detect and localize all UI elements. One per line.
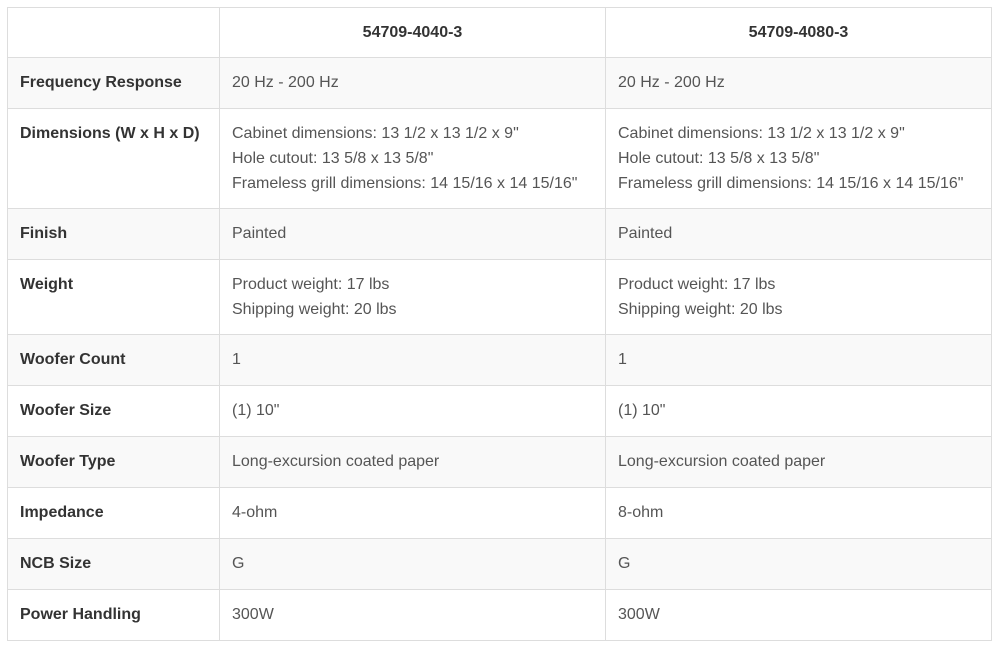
row-value-a: 4-ohm	[219, 487, 606, 539]
cell-line: Long-excursion coated paper	[232, 453, 440, 470]
row-value-a: 1	[219, 334, 606, 386]
row-value-a: Painted	[219, 208, 606, 260]
row-label: Finish	[7, 208, 220, 260]
table-row: Woofer Count 1 1	[7, 334, 992, 386]
cell-line: 20 Hz - 200 Hz	[618, 74, 725, 91]
cell-line: G	[232, 555, 245, 572]
row-label: Dimensions (W x H x D)	[7, 108, 220, 209]
row-value-a: 20 Hz - 200 Hz	[219, 57, 606, 109]
cell-line: Product weight: 17 lbs	[618, 276, 776, 293]
row-value-b: 8-ohm	[605, 487, 992, 539]
row-value-b: 20 Hz - 200 Hz	[605, 57, 992, 109]
row-label: Weight	[7, 259, 220, 335]
row-value-a: (1) 10"	[219, 385, 606, 437]
row-label: Woofer Count	[7, 334, 220, 386]
cell-line: Shipping weight: 20 lbs	[618, 301, 783, 318]
row-value-b: G	[605, 538, 992, 590]
row-value-b: Long-excursion coated paper	[605, 436, 992, 488]
table-row: Frequency Response 20 Hz - 200 Hz 20 Hz - …	[7, 57, 992, 109]
table-row: NCB Size G G	[7, 538, 992, 590]
table-row: Impedance 4-ohm 8-ohm	[7, 487, 992, 539]
spec-comparison-table: 54709-4040-3 54709-4080-3 Frequency Resp…	[7, 7, 992, 641]
cell-line: 8-ohm	[618, 504, 664, 521]
cell-line: Product weight: 17 lbs	[232, 276, 390, 293]
table-row: Finish Painted Painted	[7, 208, 992, 260]
row-value-a: Product weight: 17 lbs Shipping weight: 2…	[219, 259, 606, 335]
header-empty-cell	[7, 7, 220, 58]
table-row: Power Handling 300W 300W	[7, 589, 992, 641]
row-value-a: G	[219, 538, 606, 590]
table-row: Woofer Size (1) 10" (1) 10"	[7, 385, 992, 437]
row-label: NCB Size	[7, 538, 220, 590]
cell-line: 1	[232, 351, 241, 368]
cell-line: Painted	[232, 225, 287, 242]
cell-line: 300W	[232, 606, 274, 623]
row-value-a: Long-excursion coated paper	[219, 436, 606, 488]
row-value-a: 300W	[219, 589, 606, 641]
cell-line: 20 Hz - 200 Hz	[232, 74, 339, 91]
header-product-a: 54709-4040-3	[219, 7, 606, 58]
cell-line: (1) 10"	[232, 402, 280, 419]
row-label: Frequency Response	[7, 57, 220, 109]
header-product-b: 54709-4080-3	[605, 7, 992, 58]
table-body: Frequency Response 20 Hz - 200 Hz 20 Hz - …	[7, 57, 992, 641]
row-label: Woofer Size	[7, 385, 220, 437]
cell-line: 1	[618, 351, 627, 368]
cell-line: Cabinet dimensions: 13 1/2 x 13 1/2 x 9"	[618, 125, 905, 142]
cell-line: Cabinet dimensions: 13 1/2 x 13 1/2 x 9"	[232, 125, 519, 142]
row-value-b: 300W	[605, 589, 992, 641]
table-row: Weight Product weight: 17 lbs Shipping wei…	[7, 259, 992, 335]
cell-line: Painted	[618, 225, 673, 242]
cell-line: Hole cutout: 13 5/8 x 13 5/8"	[618, 150, 820, 167]
row-label: Impedance	[7, 487, 220, 539]
cell-line: (1) 10"	[618, 402, 666, 419]
row-value-b: Painted	[605, 208, 992, 260]
row-value-b: Cabinet dimensions: 13 1/2 x 13 1/2 x 9"…	[605, 108, 992, 209]
table-row: Dimensions (W x H x D) Cabinet dimensions…	[7, 108, 992, 209]
cell-line: Frameless grill dimensions: 14 15/16 x 1…	[232, 175, 578, 192]
cell-line: Long-excursion coated paper	[618, 453, 826, 470]
row-label: Power Handling	[7, 589, 220, 641]
row-value-b: (1) 10"	[605, 385, 992, 437]
cell-line: Hole cutout: 13 5/8 x 13 5/8"	[232, 150, 434, 167]
row-value-b: Product weight: 17 lbs Shipping weight: 2…	[605, 259, 992, 335]
cell-line: Shipping weight: 20 lbs	[232, 301, 397, 318]
row-label: Woofer Type	[7, 436, 220, 488]
cell-line: 300W	[618, 606, 660, 623]
cell-line: G	[618, 555, 631, 572]
cell-line: Frameless grill dimensions: 14 15/16 x 1…	[618, 175, 964, 192]
row-value-a: Cabinet dimensions: 13 1/2 x 13 1/2 x 9"…	[219, 108, 606, 209]
cell-line: 4-ohm	[232, 504, 278, 521]
table-header-row: 54709-4040-3 54709-4080-3	[7, 7, 992, 58]
table-row: Woofer Type Long-excursion coated paper Lo…	[7, 436, 992, 488]
row-value-b: 1	[605, 334, 992, 386]
